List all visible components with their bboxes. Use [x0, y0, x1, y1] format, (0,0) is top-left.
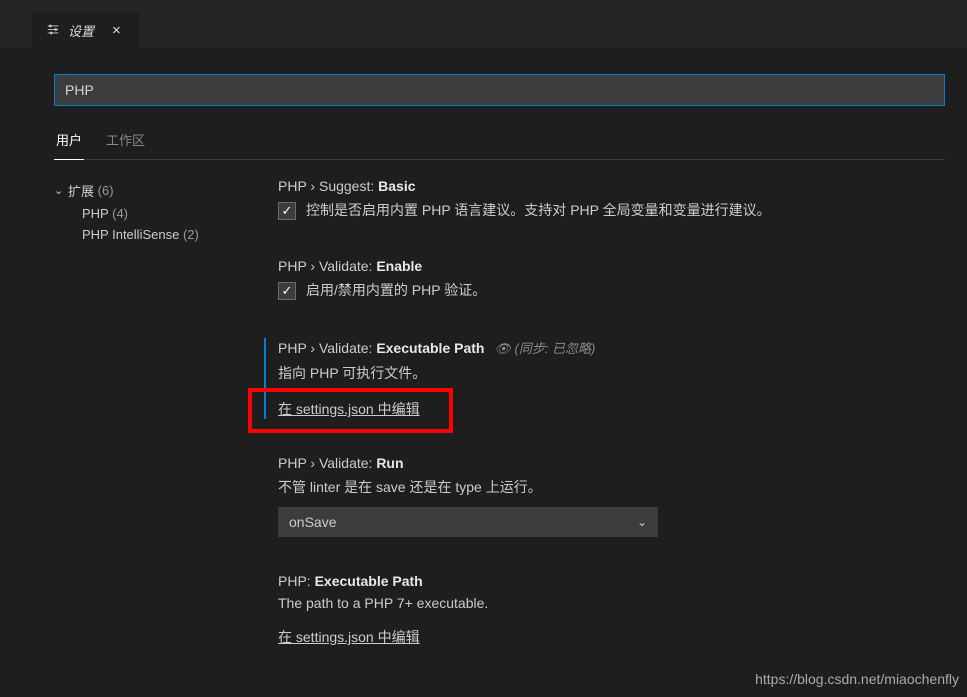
setting-desc: 控制是否启用内置 PHP 语言建议。支持对 PHP 全局变量和变量进行建议。	[306, 200, 771, 220]
setting-php-validate-run: PHP › Validate: Run 不管 linter 是在 save 还是…	[278, 455, 945, 537]
close-icon[interactable]: ×	[108, 19, 125, 42]
chevron-down-icon: ⌄	[637, 515, 647, 529]
edit-in-settings-json-link[interactable]: 在 settings.json 中编辑	[278, 629, 420, 645]
scope-tab-workspace[interactable]: 工作区	[104, 124, 147, 159]
scope-tabs: 用户 工作区	[54, 124, 945, 160]
tree-item-label: PHP IntelliSense	[82, 227, 179, 242]
setting-php-suggest-basic: PHP › Suggest: Basic ✓ 控制是否启用内置 PHP 语言建议…	[278, 178, 945, 222]
chevron-down-icon: ⌄	[54, 184, 68, 197]
tree-item-php-intellisense[interactable]: PHP IntelliSense (2)	[54, 224, 254, 245]
settings-search-input[interactable]	[54, 74, 945, 106]
search-row	[54, 74, 945, 106]
tab-row: 设置 ×	[0, 12, 967, 48]
edit-in-settings-json-link[interactable]: 在 settings.json 中编辑	[278, 401, 420, 417]
checkbox-validate-enable[interactable]: ✓	[278, 282, 296, 300]
setting-desc: The path to a PHP 7+ executable.	[278, 595, 945, 611]
eye-off-icon: 👁	[494, 341, 511, 356]
sync-ignored-meta: 👁 (同步: 已忽略)	[494, 341, 595, 356]
setting-title: PHP › Validate: Executable Path 👁 (同步: 已…	[278, 338, 945, 357]
setting-desc: 指向 PHP 可执行文件。	[278, 363, 945, 383]
tree-parent-extensions[interactable]: ⌄ 扩展 (6)	[54, 178, 254, 203]
watermark: https://blog.csdn.net/miaochenfly	[755, 671, 959, 687]
tree-item-count: (2)	[183, 227, 199, 242]
tab-label: 设置	[68, 21, 94, 40]
checkbox-suggest-basic[interactable]: ✓	[278, 202, 296, 220]
setting-php-validate-executable-path: PHP › Validate: Executable Path 👁 (同步: 已…	[264, 338, 945, 419]
settings-tab[interactable]: 设置 ×	[32, 12, 139, 48]
settings-list: PHP › Suggest: Basic ✓ 控制是否启用内置 PHP 语言建议…	[254, 178, 945, 683]
dropdown-validate-run[interactable]: onSave ⌄	[278, 507, 658, 537]
settings-tree: ⌄ 扩展 (6) PHP (4) PHP IntelliSense (2)	[54, 178, 254, 683]
tree-parent-label: 扩展	[68, 181, 94, 200]
scope-tab-user[interactable]: 用户	[54, 124, 84, 160]
tree-item-count: (4)	[112, 206, 128, 221]
setting-php-validate-enable: PHP › Validate: Enable ✓ 启用/禁用内置的 PHP 验证…	[278, 258, 945, 302]
tree-parent-count: (6)	[94, 183, 114, 198]
setting-title: PHP › Validate: Enable	[278, 258, 945, 274]
setting-desc: 不管 linter 是在 save 还是在 type 上运行。	[278, 477, 945, 497]
setting-title: PHP › Suggest: Basic	[278, 178, 945, 194]
settings-icon	[46, 22, 60, 39]
dropdown-value: onSave	[289, 514, 336, 530]
tree-item-label: PHP	[82, 206, 109, 221]
setting-php-executable-path: PHP: Executable Path The path to a PHP 7…	[278, 573, 945, 647]
setting-desc: 启用/禁用内置的 PHP 验证。	[306, 280, 486, 300]
setting-title: PHP: Executable Path	[278, 573, 945, 589]
setting-title: PHP › Validate: Run	[278, 455, 945, 471]
tree-item-php[interactable]: PHP (4)	[54, 203, 254, 224]
